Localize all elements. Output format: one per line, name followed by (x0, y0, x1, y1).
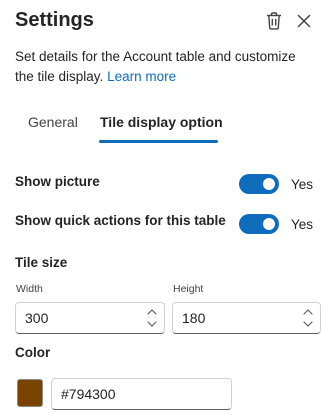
learn-more-link[interactable]: Learn more (107, 69, 176, 84)
panel-title: Settings (15, 9, 94, 31)
chevron-up-icon[interactable] (302, 306, 314, 317)
trash-icon[interactable] (263, 10, 285, 32)
toggle-knob (263, 218, 275, 230)
show-quick-actions-label: Show quick actions for this table (15, 213, 226, 228)
color-heading: Color (15, 345, 51, 360)
show-picture-value: Yes (291, 177, 314, 192)
show-picture-label: Show picture (15, 174, 100, 189)
tab-general[interactable]: General (28, 114, 78, 130)
show-quick-actions-toggle[interactable] (239, 214, 279, 234)
height-spinbutton[interactable]: 180 (172, 302, 321, 334)
toggle-knob (263, 178, 275, 190)
height-value: 180 (182, 310, 206, 326)
chevron-up-icon[interactable] (146, 306, 158, 317)
panel-description: Set details for the Account table and cu… (15, 47, 315, 87)
selected-tab-indicator (99, 140, 218, 143)
width-value: 300 (25, 310, 49, 326)
close-icon[interactable] (293, 10, 315, 32)
tab-tile-display-option[interactable]: Tile display option (100, 114, 223, 130)
tab-list: General Tile display option (15, 110, 320, 146)
width-stepper (146, 306, 158, 330)
show-quick-actions-value: Yes (291, 217, 314, 232)
width-spinbutton[interactable]: 300 (15, 302, 165, 334)
width-label: Width (16, 283, 43, 295)
color-hex-input[interactable]: #794300 (51, 378, 232, 410)
panel-header: Settings (15, 8, 320, 36)
chevron-down-icon[interactable] (302, 318, 314, 329)
show-picture-toggle[interactable] (239, 174, 279, 194)
color-hex-value: #794300 (61, 386, 116, 402)
height-stepper (302, 306, 314, 330)
chevron-down-icon[interactable] (146, 318, 158, 329)
tile-size-heading: Tile size (15, 255, 68, 270)
color-swatch[interactable] (17, 379, 43, 407)
height-label: Height (173, 283, 204, 295)
